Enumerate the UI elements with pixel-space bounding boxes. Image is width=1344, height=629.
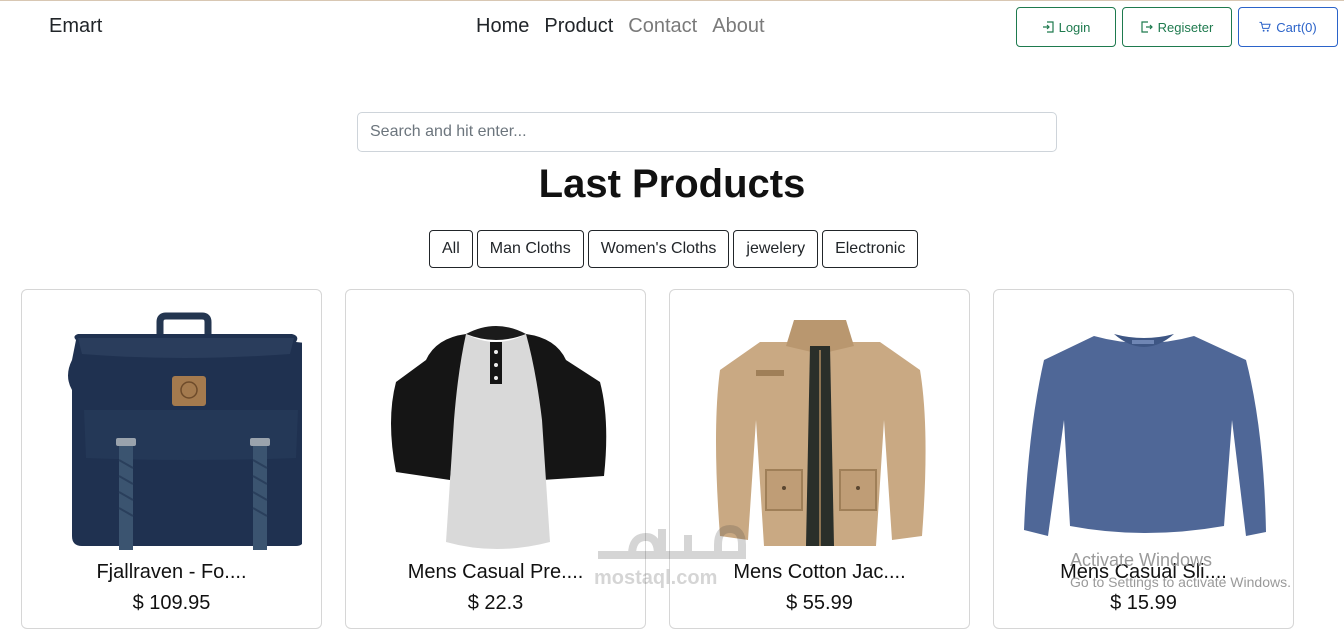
page-title: Last Products [538, 162, 806, 206]
category-filters: All Man Cloths Women's Cloths jewelery E… [429, 230, 919, 268]
product-card[interactable]: Fjallraven - Fo.... $ 109.95 [21, 289, 322, 629]
main-nav: Home Product Contact About [476, 15, 765, 38]
product-title: Mens Cotton Jac.... [733, 561, 906, 583]
cart-label: Cart(0) [1276, 19, 1317, 35]
product-price: $ 15.99 [1110, 592, 1177, 614]
filter-womens-cloths-button[interactable]: Women's Cloths [587, 230, 730, 268]
search-input[interactable] [357, 112, 1057, 152]
login-label: Login [1058, 19, 1091, 35]
product-title: Fjallraven - Fo.... [96, 561, 247, 583]
filter-jewelery-button[interactable]: jewelery [733, 230, 819, 268]
filter-man-cloths-button[interactable]: Man Cloths [476, 230, 584, 268]
register-icon [1141, 21, 1153, 33]
cart-icon [1259, 21, 1272, 33]
product-card[interactable]: Mens Cotton Jac.... $ 55.99 [669, 289, 970, 629]
navbar: Emart Home Product Contact About Login R… [0, 0, 1344, 56]
cart-button[interactable]: Cart(0) [1238, 7, 1338, 47]
login-button[interactable]: Login [1016, 7, 1116, 47]
login-icon [1042, 21, 1054, 33]
nav-link-product[interactable]: Product [544, 15, 613, 38]
register-label: Regiseter [1157, 19, 1214, 35]
product-image-jacket[interactable] [690, 310, 950, 550]
product-image-raglan-tshirt[interactable] [366, 310, 626, 550]
register-button[interactable]: Regiseter [1122, 7, 1232, 47]
filter-electronic-button[interactable]: Electronic [822, 230, 919, 268]
product-price: $ 22.3 [467, 592, 524, 614]
product-price: $ 55.99 [786, 592, 853, 614]
nav-link-about[interactable]: About [712, 15, 764, 38]
product-image-long-sleeve-shirt[interactable] [1014, 310, 1274, 550]
product-image-backpack[interactable] [42, 310, 314, 550]
product-card[interactable]: Mens Casual Pre.... $ 22.3 [345, 289, 646, 629]
filter-all-button[interactable]: All [429, 230, 473, 268]
brand-logo[interactable]: Emart [49, 15, 102, 38]
product-price: $ 109.95 [132, 592, 211, 614]
nav-link-contact[interactable]: Contact [628, 15, 697, 38]
nav-link-home[interactable]: Home [476, 15, 529, 38]
product-card[interactable]: Mens Casual Sli.... $ 15.99 [993, 289, 1294, 629]
nav-actions: Login Regiseter Cart(0) [1016, 7, 1338, 47]
product-title: Mens Casual Sli.... [1060, 561, 1227, 583]
product-title: Mens Casual Pre.... [407, 561, 584, 583]
